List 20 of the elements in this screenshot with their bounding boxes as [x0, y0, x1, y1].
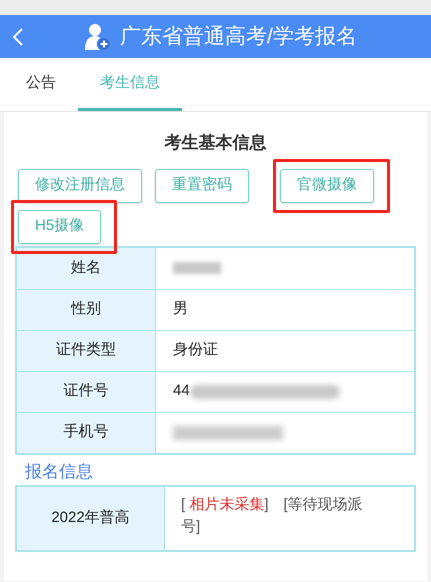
back-icon[interactable]	[12, 27, 24, 47]
field-value: 44	[173, 381, 190, 402]
action-button[interactable]: 修改注册信息	[18, 168, 142, 202]
field-value: 男	[173, 299, 188, 320]
section-heading: 报名信息	[25, 462, 93, 480]
user-add-icon	[84, 22, 112, 50]
exam-name: 2022年普高	[17, 486, 165, 550]
status-text: [ 相片未采集] [等待现场派号]	[181, 494, 364, 536]
field-value: 身份证	[173, 340, 218, 360]
field-label: 手机号	[17, 412, 156, 452]
field-label: 证件类型	[17, 330, 156, 370]
field-label: 性别	[17, 290, 156, 330]
action-button[interactable]: 重置密码	[155, 168, 249, 202]
action-button[interactable]: 官微摄像	[280, 168, 374, 202]
field-label: 证件号	[17, 372, 156, 412]
page-title: 广东省普通高考/学考报名	[120, 24, 357, 50]
tab[interactable]: 公告	[4, 58, 78, 111]
action-button[interactable]: H5摄像	[18, 210, 102, 244]
field-label: 姓名	[17, 248, 156, 288]
section-title: 考生基本信息	[164, 132, 266, 154]
